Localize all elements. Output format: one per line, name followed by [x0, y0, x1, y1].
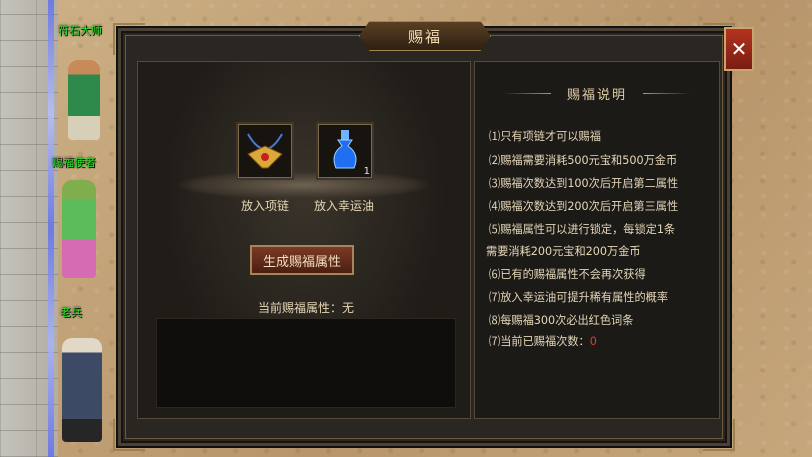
npc-name-label: 符石大师 — [58, 24, 102, 37]
dialog-title: 赐福 — [407, 27, 442, 46]
generate-blessing-button[interactable]: 生成赐福属性 — [250, 245, 354, 275]
frame-corner — [703, 419, 735, 451]
title-plate: 赐福 — [359, 21, 491, 51]
frame-corner — [113, 23, 145, 55]
blessing-workspace: 1 放入项链 放入幸运油 生成赐福属性 当前赐福属性：无 — [137, 61, 471, 419]
blessing-dialog: 赐福 1 放入项链 放入幸运油 生成赐福属性 当前赐福属性：无 赐福说明 ⑴只有… — [113, 21, 735, 451]
instruction-line: ⑹已有的赐福属性不会再次获得 — [489, 268, 646, 281]
frame-corner — [113, 419, 145, 451]
necklace-slot[interactable] — [236, 122, 294, 180]
instruction-line: ⑸赐福属性可以进行锁定，每锁定1条 — [489, 223, 676, 236]
instruction-line: 需要消耗200元宝和200万金币 — [486, 245, 641, 258]
npc-figure — [62, 338, 102, 442]
npc-rune-master[interactable]: 符石大师 — [50, 22, 114, 152]
instruction-line: ⑺放入幸运油可提升稀有属性的概率 — [489, 291, 669, 304]
npc-blessing-envoy[interactable]: 赐福使者 — [46, 154, 110, 284]
npc-figure — [62, 180, 96, 278]
blessing-instructions: 赐福说明 ⑴只有项链才可以赐福 ⑵赐福需要消耗500元宝和500万金币 ⑶赐福次… — [474, 61, 720, 419]
npc-name-label: 赐福使者 — [52, 156, 96, 169]
necklace-slot-label: 放入项链 — [241, 199, 290, 213]
instruction-line: ⑷赐福次数达到200次后开启第三属性 — [489, 200, 679, 213]
current-attribute-label: 当前赐福属性：无 — [258, 301, 355, 315]
lucky-oil-slot[interactable]: 1 — [316, 122, 374, 180]
necklace-icon — [247, 133, 283, 169]
close-button[interactable]: ✕ — [724, 27, 754, 71]
instruction-line: ⑴只有项链才可以赐福 — [489, 130, 601, 143]
instruction-line: ⑶赐福次数达到100次后开启第二属性 — [489, 177, 679, 190]
instruction-line: ⑻每赐福300次必出红色词条 — [489, 314, 634, 327]
blessing-count-value: 0 — [589, 335, 597, 348]
item-quantity: 1 — [363, 166, 370, 177]
npc-veteran[interactable]: 老兵 — [50, 300, 114, 450]
instruction-line: ⑵赐福需要消耗500元宝和500万金币 — [489, 154, 678, 167]
npc-name-label: 老兵 — [60, 306, 82, 319]
blessing-count-line: ⑺当前已赐福次数：0 — [489, 333, 597, 349]
heading-ornament-right — [643, 93, 691, 94]
altar-pedestal — [178, 170, 428, 200]
attribute-display-box — [156, 318, 456, 408]
lucky-oil-slot-label: 放入幸运油 — [314, 199, 375, 213]
npc-figure — [68, 60, 100, 140]
blessing-count-label: ⑺当前已赐福次数： — [489, 335, 590, 348]
